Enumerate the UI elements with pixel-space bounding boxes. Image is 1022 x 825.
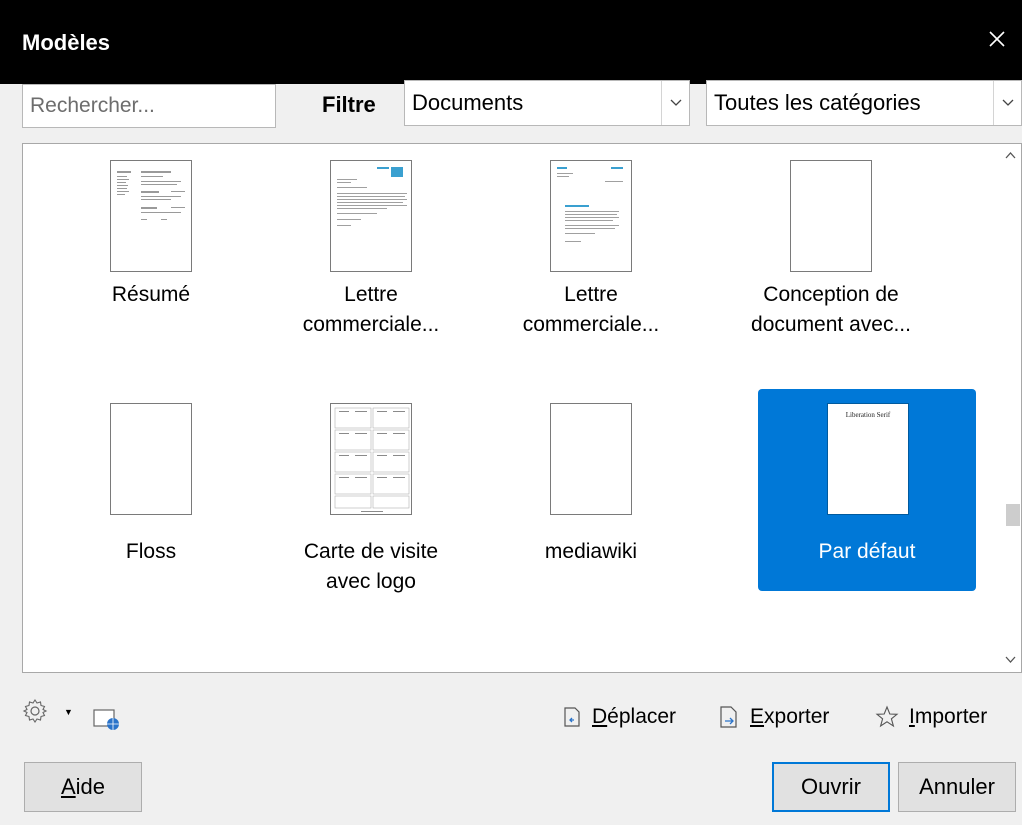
template-tile[interactable]: Floss [41, 389, 261, 589]
template-thumbnail [110, 160, 192, 272]
template-label: Conception de document avec... [751, 283, 911, 336]
move-accel: D [592, 705, 608, 728]
thumbnail-text: Liberation Serif [845, 411, 891, 419]
chevron-down-icon[interactable] [993, 81, 1021, 125]
export-accel: E [750, 705, 765, 728]
template-thumbnail [330, 403, 412, 515]
open-label: Ouvrir [801, 774, 861, 799]
category-filter-value: Toutes les catégories [714, 90, 921, 115]
chevron-down-icon[interactable] [1003, 652, 1018, 667]
template-tile-selected[interactable]: Liberation Serif Par défaut [758, 389, 976, 591]
scrollbar-thumb[interactable] [1006, 504, 1020, 526]
template-label: Lettre commerciale... [522, 283, 660, 336]
template-tile[interactable]: mediawiki [481, 389, 701, 589]
template-thumbnail [550, 403, 632, 515]
gear-icon[interactable] [22, 698, 48, 724]
template-tile[interactable]: Conception de document avec... [721, 146, 941, 346]
template-label: Par défaut [818, 540, 916, 563]
move-label: éplacer [607, 705, 677, 728]
move-button[interactable]: Déplacer [562, 705, 676, 729]
help-button[interactable]: Aide [24, 762, 142, 812]
export-button[interactable]: Exporter [718, 705, 829, 729]
search-input[interactable]: Rechercher... [22, 84, 276, 128]
template-label: Floss [125, 540, 177, 563]
help-accel: A [60, 774, 76, 799]
template-thumbnail [330, 160, 412, 272]
template-tile[interactable]: Lettre commerciale... [261, 146, 481, 346]
template-label: Carte de visite avec logo [303, 540, 439, 593]
chevron-down-icon[interactable] [661, 81, 689, 125]
move-icon [564, 707, 580, 727]
star-icon [875, 705, 899, 728]
import-button[interactable]: Importer [875, 705, 987, 729]
template-label: mediawiki [544, 540, 638, 563]
template-thumbnail [790, 160, 872, 272]
window-title: Modèles [22, 30, 111, 55]
template-label: Résumé [111, 283, 191, 306]
vertical-scrollbar[interactable] [1000, 144, 1021, 672]
category-filter-select[interactable]: Toutes les catégories [706, 80, 1022, 126]
export-label: xporter [764, 705, 830, 728]
open-button[interactable]: Ouvrir [772, 762, 890, 812]
template-grid: Résumé Lettre commerciale... Lettre comm… [22, 143, 1022, 673]
help-label: ide [75, 774, 106, 799]
template-tile[interactable]: Résumé [41, 146, 261, 346]
template-thumbnail [550, 160, 632, 272]
chevron-up-icon[interactable] [1003, 148, 1018, 163]
type-filter-value: Documents [412, 90, 524, 115]
template-label: Lettre commerciale... [302, 283, 440, 336]
search-placeholder: Rechercher... [30, 94, 155, 117]
dropdown-arrow-icon[interactable]: ▼ [64, 707, 73, 717]
template-thumbnail: Liberation Serif [827, 403, 909, 515]
export-icon [720, 706, 737, 728]
close-icon[interactable] [986, 28, 1008, 50]
online-templates-icon[interactable] [92, 704, 122, 732]
cancel-button[interactable]: Annuler [898, 762, 1016, 812]
template-thumbnail [110, 403, 192, 515]
template-tile[interactable]: Lettre commerciale... [481, 146, 701, 346]
title-bar: Modèles [0, 0, 1022, 84]
type-filter-select[interactable]: Documents [404, 80, 690, 126]
cancel-label: Annuler [919, 774, 995, 799]
filter-label: Filtre [322, 92, 376, 117]
template-tile[interactable]: Carte de visite avec logo [261, 389, 481, 593]
import-label: mporter [914, 705, 988, 728]
